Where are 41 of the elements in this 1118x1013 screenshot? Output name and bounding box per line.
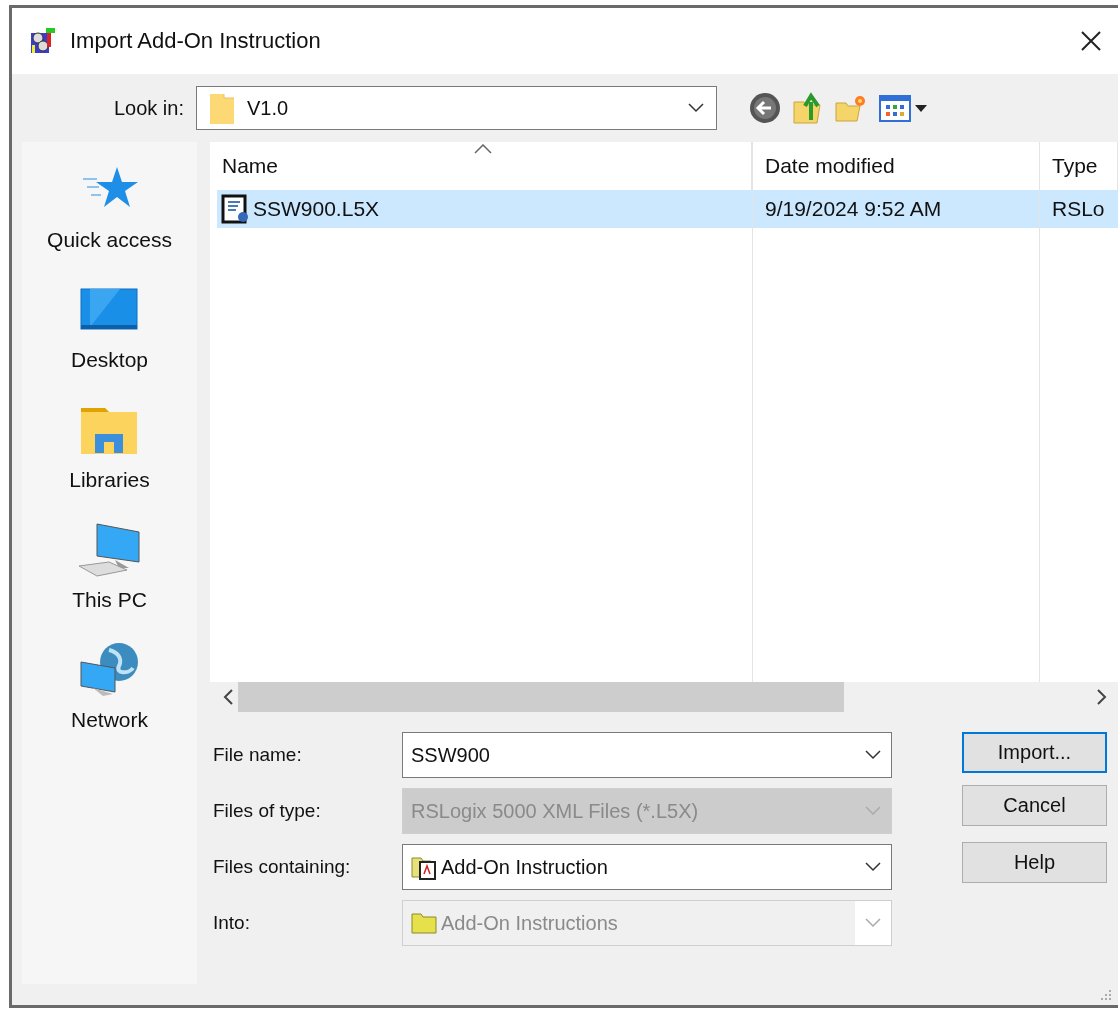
place-item[interactable]: Quick access bbox=[47, 162, 172, 282]
dialog-button[interactable]: Help bbox=[962, 842, 1107, 883]
look-in-label: Look in: bbox=[112, 96, 185, 120]
place-item[interactable]: This PC bbox=[72, 522, 147, 642]
close-icon bbox=[1080, 30, 1102, 52]
chevron-down-icon bbox=[865, 750, 881, 760]
chevron-down-icon bbox=[865, 806, 881, 816]
combo-field[interactable]: SSW900 bbox=[402, 732, 892, 778]
combo-field[interactable]: Add-On Instruction bbox=[402, 844, 892, 890]
type-cell-text: RSLo bbox=[1051, 196, 1106, 222]
scroll-right-icon[interactable] bbox=[1096, 689, 1108, 705]
file-icon bbox=[221, 194, 251, 224]
back-icon[interactable] bbox=[749, 92, 781, 124]
dialog-button[interactable]: Cancel bbox=[962, 785, 1107, 826]
date-cell: 9/19/2024 9:52 AM bbox=[752, 190, 1040, 228]
folder-icon bbox=[411, 912, 437, 934]
scrollbar-thumb[interactable] bbox=[238, 682, 844, 712]
place-item[interactable]: Libraries bbox=[69, 402, 150, 522]
dialog-button[interactable]: Import... bbox=[962, 732, 1107, 773]
place-item[interactable]: Network bbox=[71, 642, 148, 762]
window-title: Import Add-On Instruction bbox=[70, 28, 321, 54]
computer-icon bbox=[76, 522, 143, 578]
resize-grip-icon[interactable] bbox=[1098, 987, 1112, 1001]
look-in-dropdown[interactable]: V1.0 bbox=[196, 86, 717, 130]
folder-icon bbox=[209, 92, 235, 124]
file-row[interactable]: SSW900.L5X 9/19/2024 9:52 AM RSLo bbox=[217, 190, 1118, 228]
chevron-down-icon bbox=[865, 862, 881, 872]
field-label: Files of type: bbox=[213, 800, 322, 822]
field-label: File name: bbox=[213, 744, 303, 766]
chevron-down-icon bbox=[865, 918, 881, 928]
chevron-down-icon bbox=[688, 103, 704, 113]
place-item[interactable]: Desktop bbox=[70, 282, 148, 402]
view-menu-icon[interactable] bbox=[879, 93, 929, 123]
app-icon bbox=[30, 27, 56, 55]
field-label: Into: bbox=[213, 912, 251, 934]
file-name: SSW900.L5X bbox=[253, 197, 380, 221]
scroll-left-icon[interactable] bbox=[222, 689, 234, 705]
field-label: Files containing: bbox=[213, 856, 352, 878]
network-icon bbox=[78, 642, 141, 698]
up-folder-icon[interactable] bbox=[793, 92, 823, 124]
instruction-icon bbox=[411, 854, 437, 880]
